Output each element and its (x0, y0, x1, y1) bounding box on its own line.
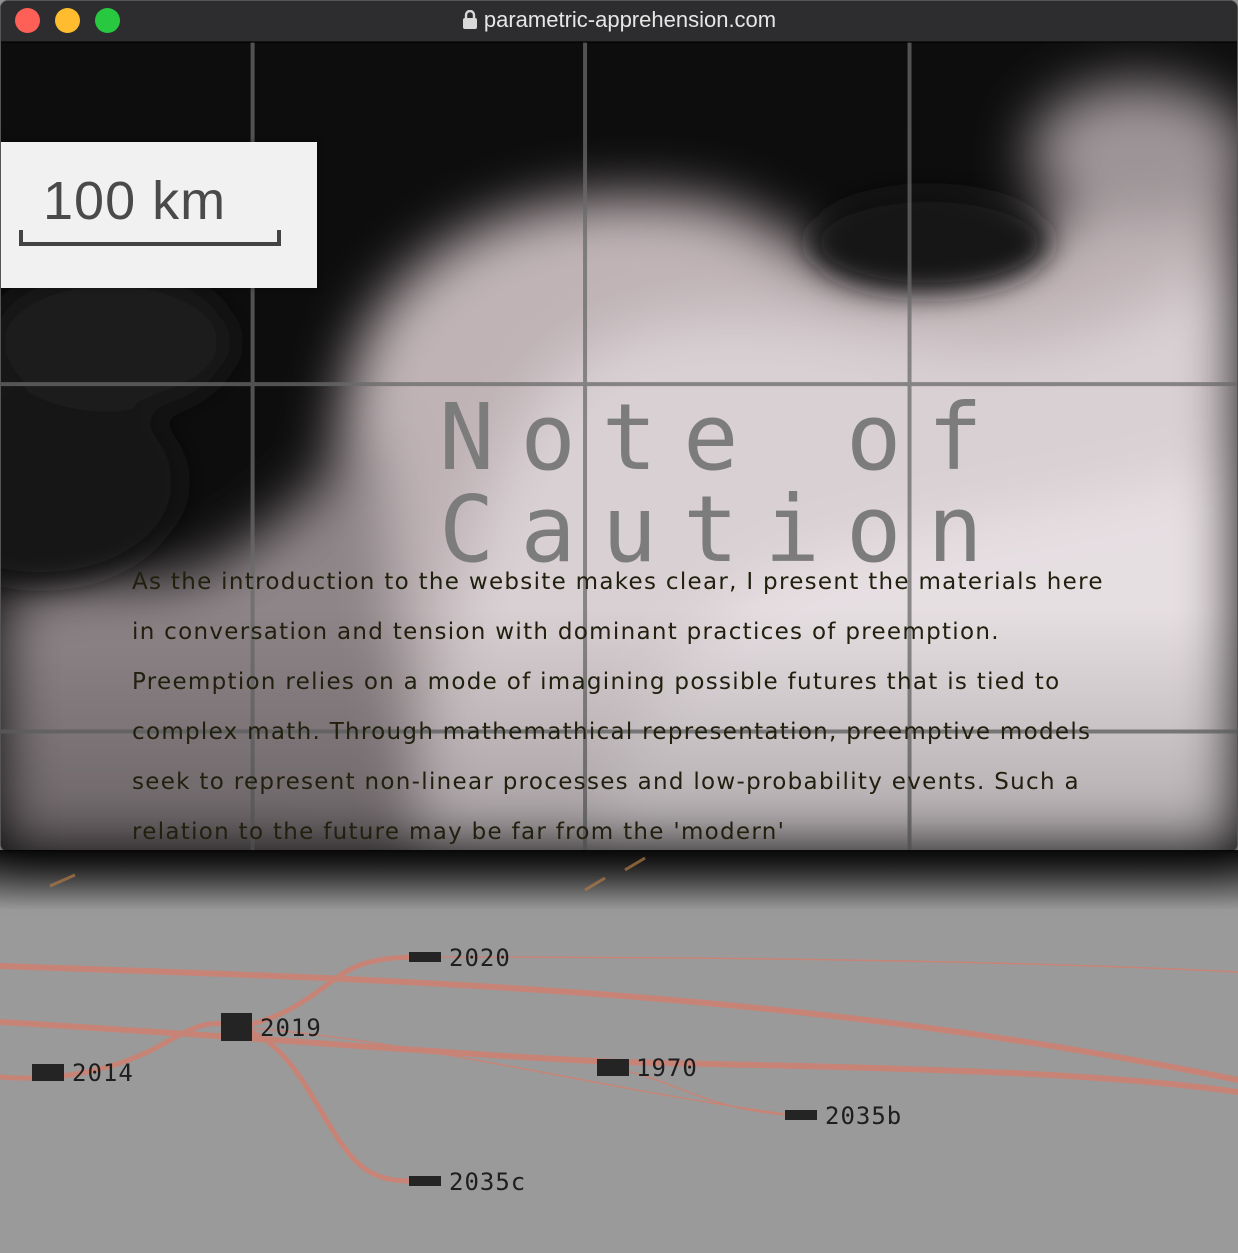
note-title: Note of Caution (439, 384, 1009, 583)
map-scale-box: 100 km (1, 142, 317, 288)
map-scale-bar (19, 230, 281, 246)
edge-2020-far (424, 956, 1238, 973)
timeline-node-2035b[interactable] (785, 1110, 817, 1120)
timeline-graph: 2020 2019 2014 1970 2035b 2035c (0, 850, 1238, 1253)
timeline-node-2035c[interactable] (409, 1176, 441, 1186)
timeline-node-label[interactable]: 2035c (449, 1170, 526, 1194)
timeline-node-1970[interactable] (597, 1059, 629, 1076)
map-scale-label: 100 km (43, 171, 227, 231)
timeline-lines (0, 850, 1238, 1184)
timeline-node-label[interactable]: 2035b (825, 1104, 902, 1128)
lock-icon (462, 9, 478, 36)
timeline-node-label[interactable]: 2020 (449, 946, 511, 970)
title-bar: parametric-apprehension.com (1, 1, 1237, 42)
browser-window: parametric-apprehension.com 100 km Note … (0, 0, 1238, 852)
note-body: As the introduction to the website makes… (132, 557, 1112, 851)
timeline-node-label[interactable]: 2019 (260, 1016, 322, 1040)
timeline-node-2019[interactable] (221, 1013, 252, 1041)
address-bar[interactable]: parametric-apprehension.com (1, 7, 1237, 36)
url-text: parametric-apprehension.com (483, 7, 777, 32)
timeline-node-2020[interactable] (409, 952, 441, 962)
timeline-node-label[interactable]: 2014 (72, 1061, 134, 1085)
timeline-node-label[interactable]: 1970 (636, 1056, 698, 1080)
note-paragraph: As the introduction to the website makes… (132, 569, 1104, 845)
page-content: 100 km Note of Caution As the introducti… (1, 42, 1237, 851)
timeline-node-2014[interactable] (32, 1064, 64, 1081)
